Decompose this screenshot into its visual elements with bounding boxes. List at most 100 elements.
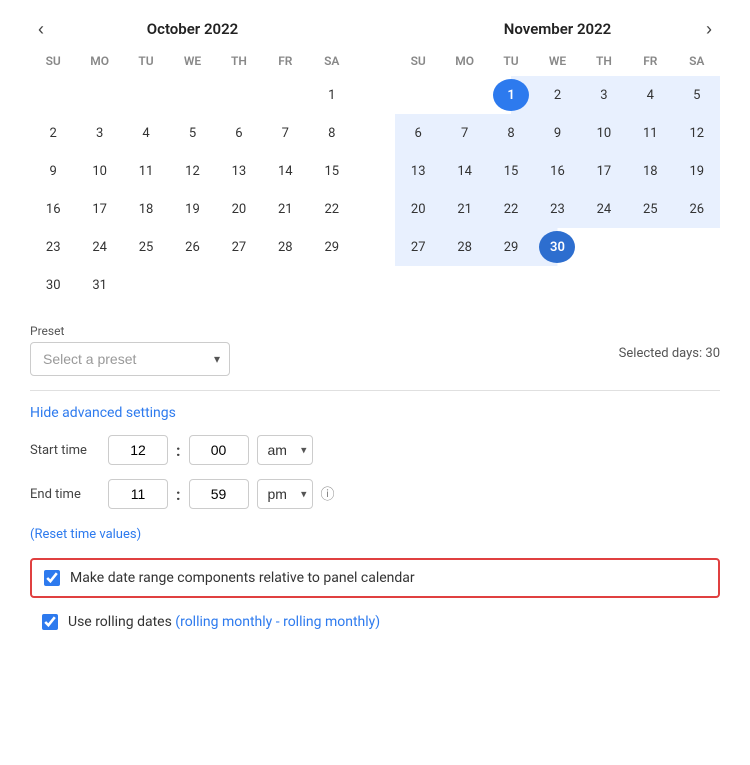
rolling-dates-checkbox[interactable] — [42, 614, 58, 630]
table-row[interactable]: 26 — [674, 190, 720, 228]
table-row[interactable]: 10 — [581, 114, 627, 152]
table-row — [169, 76, 215, 114]
table-row[interactable]: 12 — [674, 114, 720, 152]
table-row[interactable]: 26 — [169, 228, 215, 266]
table-row[interactable]: 20 — [395, 190, 441, 228]
table-row[interactable]: 22 — [309, 190, 355, 228]
end-hours-input[interactable] — [108, 479, 168, 509]
relative-calendar-checkbox[interactable] — [44, 570, 60, 586]
table-row[interactable]: 14 — [262, 152, 308, 190]
end-time-row: End time : am pm ▾ ⓘ — [30, 479, 720, 509]
table-row[interactable]: 12 — [169, 152, 215, 190]
start-ampm-select[interactable]: am pm — [257, 435, 313, 465]
table-row[interactable]: 30 — [534, 228, 580, 266]
weekday-header: TU — [488, 50, 534, 76]
table-row[interactable]: 9 — [534, 114, 580, 152]
reset-time-link[interactable]: (Reset time values) — [30, 527, 141, 542]
weekday-header: WE — [534, 50, 580, 76]
table-row[interactable]: 8 — [488, 114, 534, 152]
table-row[interactable]: 16 — [30, 190, 76, 228]
relative-calendar-label: Make date range components relative to p… — [70, 570, 415, 586]
table-row[interactable]: 15 — [309, 152, 355, 190]
table-row[interactable]: 5 — [674, 76, 720, 114]
table-row[interactable]: 10 — [76, 152, 122, 190]
prev-month-btn[interactable]: ‹ — [30, 17, 52, 42]
table-row[interactable]: 13 — [395, 152, 441, 190]
preset-label: Preset — [30, 324, 230, 338]
table-row[interactable]: 24 — [76, 228, 122, 266]
october-title: October 2022 — [147, 20, 238, 38]
table-row[interactable]: 20 — [216, 190, 262, 228]
table-row[interactable]: 23 — [30, 228, 76, 266]
table-row[interactable]: 2 — [30, 114, 76, 152]
table-row — [262, 266, 308, 304]
end-minutes-input[interactable] — [189, 479, 249, 509]
table-row[interactable]: 28 — [262, 228, 308, 266]
table-row[interactable]: 6 — [216, 114, 262, 152]
table-row[interactable]: 5 — [169, 114, 215, 152]
table-row[interactable]: 8 — [309, 114, 355, 152]
table-row[interactable]: 3 — [581, 76, 627, 114]
table-row[interactable]: 27 — [216, 228, 262, 266]
table-row[interactable]: 18 — [627, 152, 673, 190]
table-row — [441, 76, 487, 114]
table-row[interactable]: 4 — [627, 76, 673, 114]
preset-dropdown[interactable]: Select a preset Last 7 daysLast 30 daysL… — [30, 342, 230, 376]
info-icon[interactable]: ⓘ — [321, 484, 335, 504]
table-row[interactable]: 27 — [395, 228, 441, 266]
table-row[interactable]: 7 — [262, 114, 308, 152]
table-row[interactable]: 2 — [534, 76, 580, 114]
table-row[interactable]: 16 — [534, 152, 580, 190]
table-row — [627, 228, 673, 266]
table-row[interactable]: 18 — [123, 190, 169, 228]
table-row[interactable]: 6 — [395, 114, 441, 152]
calendars-container: ‹ October 2022 SUMOTUWETHFRSA 1234567891… — [30, 20, 720, 304]
hide-advanced-link[interactable]: Hide advanced settings — [30, 405, 176, 421]
table-row[interactable]: 1 — [488, 76, 534, 114]
november-grid: SUMOTUWETHFRSA 1234567891011121314151617… — [395, 50, 720, 266]
november-header: November 2022 › — [395, 20, 720, 38]
table-row[interactable]: 13 — [216, 152, 262, 190]
weekday-header: WE — [169, 50, 215, 76]
table-row[interactable]: 4 — [123, 114, 169, 152]
table-row[interactable]: 14 — [441, 152, 487, 190]
october-grid: SUMOTUWETHFRSA 1234567891011121314151617… — [30, 50, 355, 304]
table-row[interactable]: 25 — [123, 228, 169, 266]
table-row[interactable]: 21 — [441, 190, 487, 228]
start-minutes-input[interactable] — [189, 435, 249, 465]
table-row — [123, 266, 169, 304]
table-row[interactable]: 1 — [309, 76, 355, 114]
table-row[interactable]: 15 — [488, 152, 534, 190]
table-row[interactable]: 11 — [123, 152, 169, 190]
table-row[interactable]: 19 — [169, 190, 215, 228]
table-row[interactable]: 29 — [488, 228, 534, 266]
table-row[interactable]: 23 — [534, 190, 580, 228]
table-row[interactable]: 29 — [309, 228, 355, 266]
table-row[interactable]: 7 — [441, 114, 487, 152]
table-row[interactable]: 31 — [76, 266, 122, 304]
end-ampm-select[interactable]: am pm — [257, 479, 313, 509]
start-hours-input[interactable] — [108, 435, 168, 465]
table-row[interactable]: 21 — [262, 190, 308, 228]
weekday-header: TH — [216, 50, 262, 76]
start-time-label: Start time — [30, 443, 100, 458]
table-row — [581, 228, 627, 266]
table-row[interactable]: 17 — [581, 152, 627, 190]
weekday-header: MO — [441, 50, 487, 76]
table-row[interactable]: 30 — [30, 266, 76, 304]
october-header: ‹ October 2022 — [30, 20, 355, 38]
table-row[interactable]: 3 — [76, 114, 122, 152]
table-row[interactable]: 17 — [76, 190, 122, 228]
next-month-btn[interactable]: › — [698, 17, 720, 42]
table-row[interactable]: 22 — [488, 190, 534, 228]
table-row — [674, 228, 720, 266]
table-row[interactable]: 11 — [627, 114, 673, 152]
weekday-header: FR — [627, 50, 673, 76]
weekday-header: TH — [581, 50, 627, 76]
table-row[interactable]: 24 — [581, 190, 627, 228]
table-row[interactable]: 9 — [30, 152, 76, 190]
table-row[interactable]: 28 — [441, 228, 487, 266]
november-calendar: November 2022 › SUMOTUWETHFRSA 123456789… — [395, 20, 720, 304]
table-row[interactable]: 25 — [627, 190, 673, 228]
table-row[interactable]: 19 — [674, 152, 720, 190]
